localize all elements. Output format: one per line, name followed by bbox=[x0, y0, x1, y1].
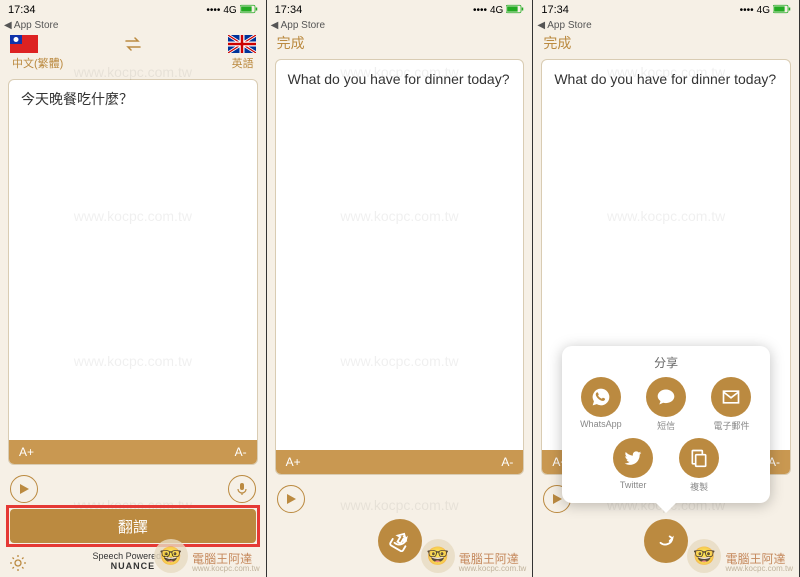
status-time: 17:34 bbox=[541, 4, 569, 16]
copy-icon bbox=[679, 438, 719, 478]
font-size-bar: A+ A- bbox=[276, 450, 524, 474]
battery-icon bbox=[506, 4, 524, 17]
share-item-twitter[interactable]: Twitter bbox=[613, 438, 653, 493]
status-time: 17:34 bbox=[275, 4, 303, 16]
font-decrease-button[interactable]: A- bbox=[235, 445, 247, 459]
microphone-button[interactable] bbox=[228, 475, 256, 503]
share-item-sms[interactable]: 短信 bbox=[646, 377, 686, 432]
translate-button[interactable]: 翻譯 bbox=[10, 509, 256, 543]
font-increase-button[interactable]: A+ bbox=[286, 455, 301, 469]
output-text: What do you have for dinner today? bbox=[276, 60, 524, 450]
done-button[interactable]: 完成 bbox=[277, 33, 305, 53]
screenshot-2: www.kocpc.com.twwww.kocpc.com.twwww.kocp… bbox=[267, 0, 534, 577]
share-item-copy[interactable]: 複製 bbox=[679, 438, 719, 493]
message-icon bbox=[646, 377, 686, 417]
whatsapp-icon bbox=[581, 377, 621, 417]
share-popover: 分享 WhatsApp 短信 電子郵件 Twitter 複製 bbox=[562, 346, 770, 503]
play-button[interactable] bbox=[10, 475, 38, 503]
share-popover-title: 分享 bbox=[570, 354, 762, 371]
status-bar: 17:34 •••• 4G bbox=[0, 0, 266, 20]
share-button[interactable] bbox=[378, 519, 422, 563]
font-increase-button[interactable]: A+ bbox=[19, 445, 34, 459]
status-bar: 17:34 •••• 4G bbox=[267, 0, 533, 20]
input-text[interactable]: 今天晚餐吃什麼？ bbox=[9, 80, 257, 440]
signal-icon: •••• bbox=[206, 5, 220, 16]
font-size-bar: A+ A- bbox=[9, 440, 257, 464]
screenshot-3: www.kocpc.com.twwww.kocpc.com.twwww.kocp… bbox=[533, 0, 800, 577]
swap-languages-button[interactable] bbox=[120, 35, 146, 53]
done-button[interactable]: 完成 bbox=[543, 33, 571, 53]
battery-icon bbox=[773, 4, 791, 17]
mail-icon bbox=[711, 377, 751, 417]
source-flag-icon[interactable] bbox=[10, 35, 38, 53]
play-button[interactable] bbox=[277, 485, 305, 513]
back-to-app-link[interactable]: ◀ App Store bbox=[4, 20, 266, 31]
battery-icon bbox=[240, 4, 258, 17]
share-item-email[interactable]: 電子郵件 bbox=[711, 377, 751, 432]
font-decrease-button[interactable]: A- bbox=[501, 455, 513, 469]
share-button[interactable] bbox=[644, 519, 688, 563]
target-language-label[interactable]: 英語 bbox=[232, 55, 254, 71]
back-to-app-link[interactable]: ◀ App Store bbox=[537, 20, 799, 31]
share-item-whatsapp[interactable]: WhatsApp bbox=[580, 377, 622, 432]
speech-credit: Speech Powered by NUANCE bbox=[0, 549, 266, 577]
network-type: 4G bbox=[757, 5, 770, 16]
signal-icon: •••• bbox=[740, 5, 754, 16]
network-type: 4G bbox=[223, 5, 236, 16]
twitter-icon bbox=[613, 438, 653, 478]
status-time: 17:34 bbox=[8, 4, 36, 16]
screenshot-1: www.kocpc.com.twwww.kocpc.com.twwww.kocp… bbox=[0, 0, 267, 577]
input-panel: 今天晚餐吃什麼？ A+ A- bbox=[8, 79, 258, 465]
output-panel: What do you have for dinner today? A+ A- bbox=[275, 59, 525, 475]
settings-button[interactable] bbox=[8, 553, 28, 573]
target-flag-icon[interactable] bbox=[228, 35, 256, 53]
status-bar: 17:34 •••• 4G bbox=[533, 0, 799, 20]
back-to-app-link[interactable]: ◀ App Store bbox=[271, 20, 533, 31]
signal-icon: •••• bbox=[473, 5, 487, 16]
network-type: 4G bbox=[490, 5, 503, 16]
source-language-label[interactable]: 中文(繁體) bbox=[12, 55, 63, 71]
